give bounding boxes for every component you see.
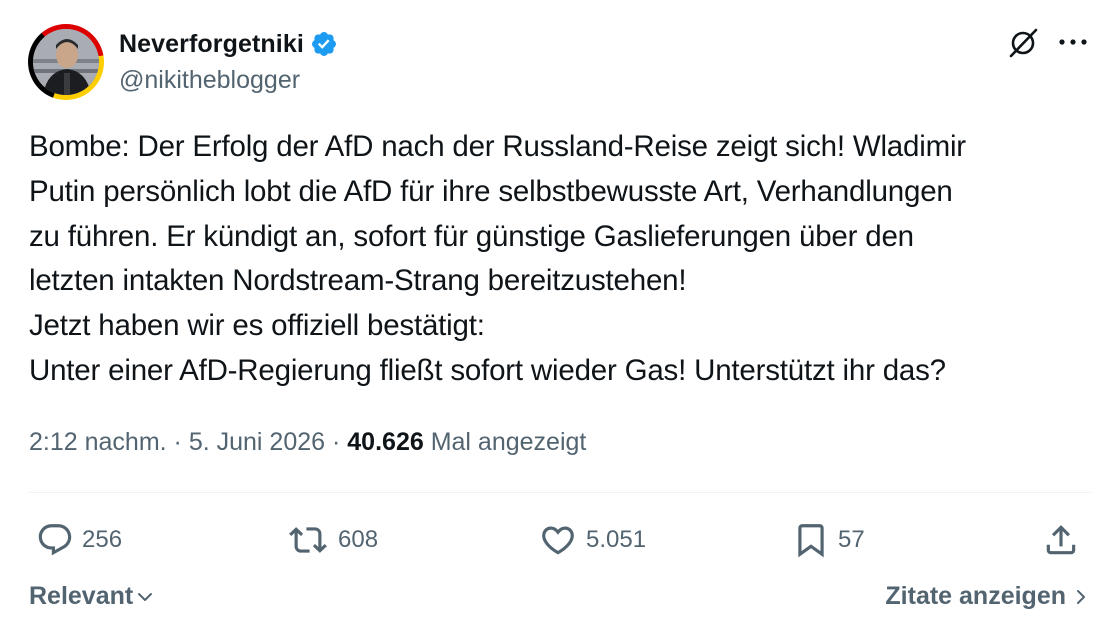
avatar[interactable] (28, 24, 104, 100)
meta-separator: · (332, 428, 341, 456)
more-options-icon[interactable] (1058, 37, 1088, 47)
bookmark-count: 57 (838, 526, 865, 553)
avatar-photo (33, 29, 99, 95)
like-count: 5.051 (586, 526, 647, 553)
author-name-row[interactable]: Neverforgetniki (119, 28, 338, 60)
tweet-text-line: letzten intakten Nordstream-Strang berei… (29, 264, 687, 298)
repost-count: 608 (338, 526, 379, 553)
sort-label: Relevant (29, 582, 134, 610)
reply-icon (38, 524, 72, 556)
tweet-date[interactable]: 5. Juni 2026 (189, 428, 325, 456)
tweet-text-line: zu führen. Er kündigt an, sofort für gün… (29, 219, 914, 253)
meta-separator: · (173, 428, 182, 456)
repost-button[interactable]: 608 (286, 518, 378, 562)
share-button[interactable] (1042, 518, 1080, 562)
tweet-detail: Neverforgetniki @nikitheblogger Bombe: D… (0, 0, 1116, 632)
views-count: 40.626 (347, 428, 424, 456)
verified-badge-icon (311, 32, 336, 56)
quotes-label: Zitate anzeigen (885, 582, 1066, 610)
divider (29, 492, 1091, 493)
chevron-down-icon (138, 592, 153, 601)
tweet-text: Bombe: Der Erfolg der AfD nach der Russl… (29, 125, 1099, 394)
tweet-text-line: Bombe: Der Erfolg der AfD nach der Russl… (29, 130, 966, 163)
reply-count: 256 (82, 526, 123, 553)
heart-icon (542, 526, 574, 555)
like-button[interactable]: 5.051 (538, 518, 646, 562)
chevron-right-icon (1077, 589, 1085, 604)
display-name[interactable]: Neverforgetniki (119, 30, 304, 59)
reply-button[interactable]: 256 (36, 518, 122, 562)
repost-icon (289, 527, 327, 553)
tweet-meta: 2:12 nachm. · 5. Juni 2026 · 40.626 Mal … (29, 428, 586, 457)
reply-sort-dropdown[interactable]: Relevant (29, 582, 155, 611)
tweet-text-line: Unter einer AfD-Regierung fließt sofort … (29, 353, 946, 387)
bookmark-icon (798, 524, 824, 558)
author-handle[interactable]: @nikitheblogger (119, 66, 300, 95)
view-quotes-link[interactable]: Zitate anzeigen (885, 582, 1088, 611)
views-label: Mal angezeigt (430, 428, 587, 456)
bookmark-button[interactable]: 57 (792, 518, 865, 562)
share-icon (1046, 525, 1076, 555)
tweet-text-line: Putin persönlich lobt die AfD für ihre s… (29, 174, 953, 208)
tweet-text-line: Jetzt haben wir es offiziell bestätigt: (29, 309, 485, 343)
grok-icon[interactable] (1006, 26, 1040, 60)
tweet-time[interactable]: 2:12 nachm. (29, 428, 167, 456)
